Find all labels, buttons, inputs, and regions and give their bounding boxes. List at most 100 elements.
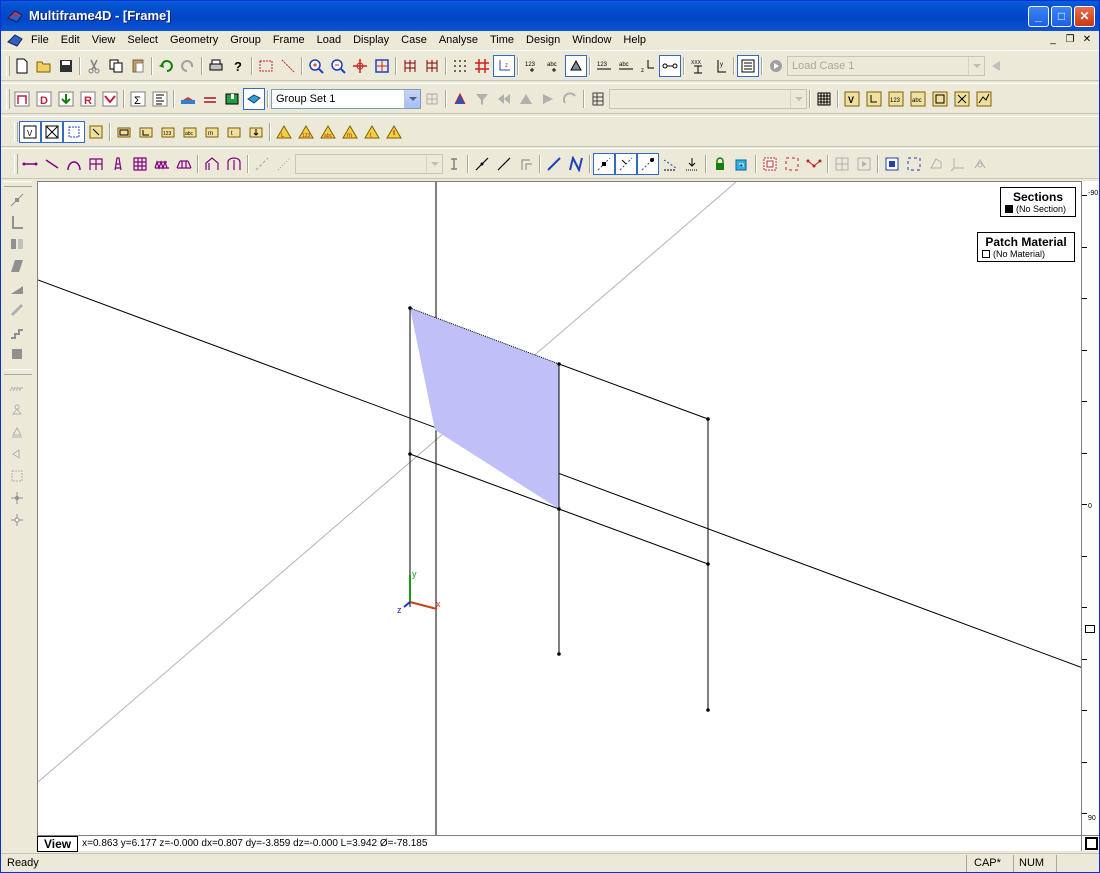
menu-frame[interactable]: Frame [267,31,311,50]
grid-table-button[interactable] [813,88,835,110]
load-case-dropdown[interactable]: Load Case 1 [787,56,985,76]
display-v-button[interactable]: V [19,121,41,143]
menu-display[interactable]: Display [347,31,395,50]
ruler-slider-handle[interactable] [1085,625,1095,633]
join-button[interactable] [273,153,295,175]
menu-window[interactable]: Window [566,31,617,50]
previous-case-button[interactable] [985,55,1007,77]
frame-select-3-button[interactable] [803,153,825,175]
frame-select-1-button[interactable] [759,153,781,175]
value-plate-button[interactable] [951,88,973,110]
snap-base-button[interactable] [681,153,703,175]
display-select-button[interactable] [63,121,85,143]
group-set-dropdown[interactable]: Group Set 1 [271,89,421,109]
joint[interactable] [706,708,710,712]
title-bar[interactable]: Multiframe4D - [Frame] _ □ ✕ [1,1,1099,31]
draw-pratt-button[interactable] [173,153,195,175]
undo-button[interactable] [155,55,177,77]
frame-select-2-button[interactable] [781,153,803,175]
render-beam-button[interactable] [177,88,199,110]
support-tool-7-button[interactable] [4,509,30,531]
draw-polyline-button[interactable] [565,153,587,175]
member-axes-button[interactable]: z [637,55,659,77]
warning-1-button[interactable]: L [273,121,295,143]
plate-props-6-button[interactable]: t [223,121,245,143]
select-line-button[interactable] [277,55,299,77]
render-3d-button[interactable] [243,88,265,110]
mdi-restore-button[interactable]: ❐ [1062,33,1078,47]
maximize-button[interactable]: □ [1051,6,1072,27]
paste-button[interactable] [127,55,149,77]
plate-props-4-button[interactable]: abc [179,121,201,143]
draw-truss-button[interactable] [151,153,173,175]
grid-off-2-button[interactable] [853,153,875,175]
menu-help[interactable]: Help [617,31,652,50]
mdi-close-button[interactable]: ✕ [1079,33,1095,47]
member-ends-button[interactable] [659,55,681,77]
zoom-extents-button[interactable] [371,55,393,77]
plate-props-5-button[interactable]: m [201,121,223,143]
warning-6-button[interactable] [383,121,405,143]
member-tool-2-button[interactable] [4,211,30,233]
draw-member-button[interactable] [19,153,41,175]
plate-patch[interactable] [410,308,559,509]
viewport-corner-box[interactable] [1081,835,1099,851]
zoom-in-button[interactable] [305,55,327,77]
menu-group[interactable]: Group [224,31,267,50]
joint[interactable] [557,652,561,656]
member-beam-mid-2[interactable] [558,508,709,565]
member-type-dropdown[interactable] [295,154,443,174]
frame-model-canvas[interactable]: x y z [38,182,1083,836]
draw-tower-button[interactable] [107,153,129,175]
support-tool-3-button[interactable] [4,421,30,443]
result-filter-dropdown[interactable] [609,89,807,109]
menu-time[interactable]: Time [484,31,520,50]
joint[interactable] [408,452,412,456]
member-tool-8-button[interactable] [4,343,30,365]
patch-material-legend[interactable]: Patch Material (No Material) [977,232,1075,262]
help-button[interactable]: ? [227,55,249,77]
view-2-button[interactable] [903,153,925,175]
support-tool-4-button[interactable] [4,443,30,465]
close-button[interactable]: ✕ [1074,6,1095,27]
print-button[interactable] [205,55,227,77]
draw-arch-button[interactable] [223,153,245,175]
draw-bent-member-button[interactable] [41,153,63,175]
member-labels-button[interactable]: abc [615,55,637,77]
deflection-view-button[interactable]: D [33,88,55,110]
play-load-case-button[interactable] [765,55,787,77]
support-tool-6-button[interactable] [4,487,30,509]
menu-view[interactable]: View [86,31,122,50]
menu-case[interactable]: Case [395,31,433,50]
snap-end-button[interactable] [637,153,659,175]
save-button[interactable] [55,55,77,77]
grid-frame-button[interactable] [399,55,421,77]
member-tool-7-button[interactable] [4,321,30,343]
menu-edit[interactable]: Edit [55,31,86,50]
up-button[interactable] [515,88,537,110]
value-chart-button[interactable] [973,88,995,110]
loop-button[interactable] [559,88,581,110]
report-button[interactable] [149,88,171,110]
joint[interactable] [557,362,561,366]
redo-button[interactable] [177,55,199,77]
view-tab[interactable]: View [37,835,79,852]
grid-frame-2-button[interactable] [421,55,443,77]
axes-toggle-button[interactable]: z [493,55,515,77]
document-icon[interactable] [7,33,23,47]
draw-grid-button[interactable] [129,153,151,175]
time-step-button[interactable] [449,88,471,110]
support-tool-5-button[interactable] [4,465,30,487]
plate-props-7-button[interactable] [245,121,267,143]
view-1-button[interactable] [881,153,903,175]
display-mesh-button[interactable] [85,121,107,143]
joint[interactable] [706,417,710,421]
properties-button[interactable] [737,55,759,77]
warning-2-button[interactable]: 123 [295,121,317,143]
joint-labels-button[interactable]: abc [543,55,565,77]
mdi-minimize-button[interactable]: _ [1045,33,1061,47]
value-v-button[interactable]: V [841,88,863,110]
menu-select[interactable]: Select [121,31,164,50]
section-names-button[interactable]: XXX [687,55,709,77]
member-beam-top-2[interactable] [558,363,709,420]
